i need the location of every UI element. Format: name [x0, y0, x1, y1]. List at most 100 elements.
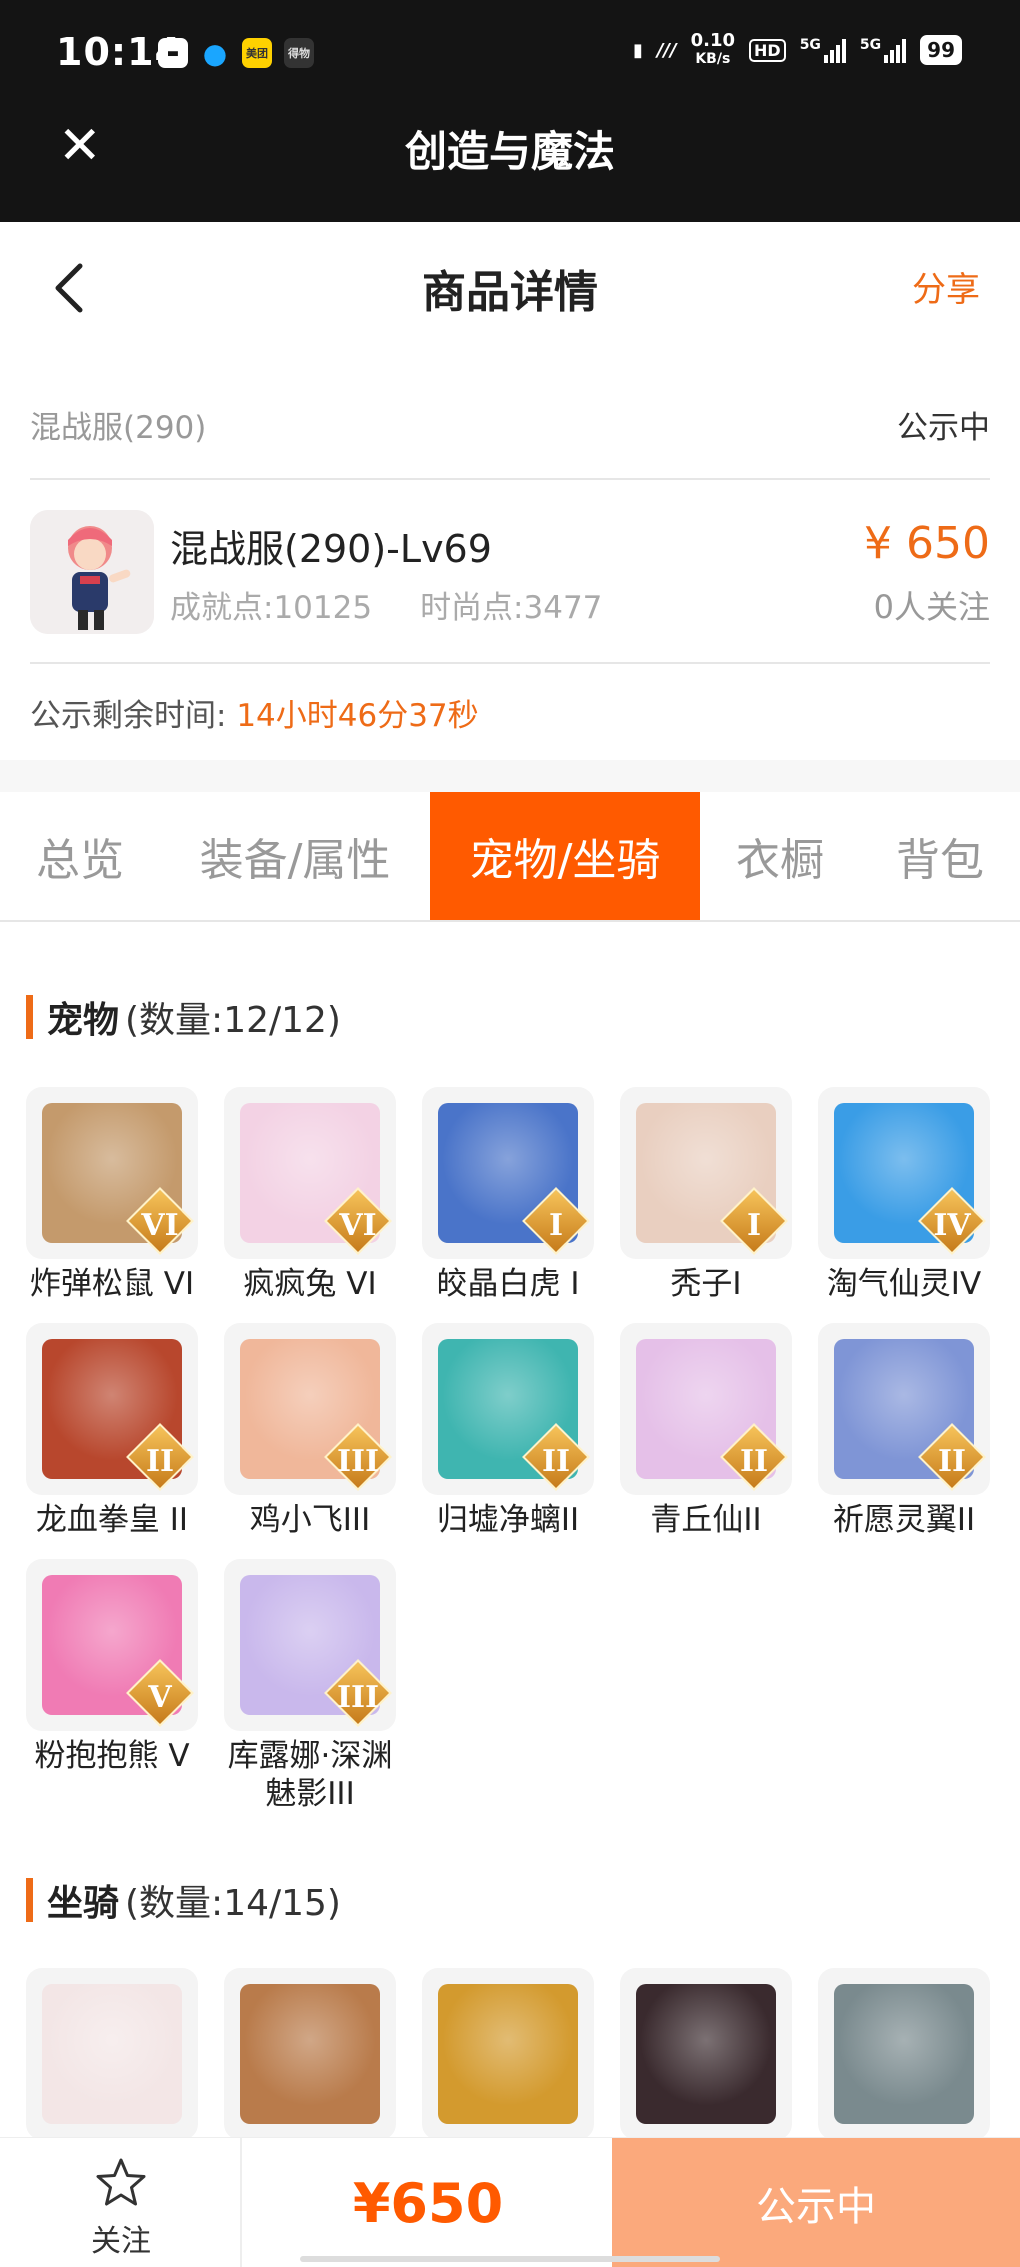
qq-icon: ●: [202, 36, 228, 70]
tab-equipment[interactable]: 装备/属性: [160, 792, 430, 920]
pet-name: 青丘仙II: [650, 1502, 762, 1538]
product-meta: 成就点:10125 时尚点:3477: [170, 582, 602, 627]
product-summary: 混战服(290)-Lv69 成就点:10125 时尚点:3477 ¥ 650 0…: [30, 482, 990, 664]
pet-thumbnail[interactable]: II: [620, 1323, 792, 1495]
heading-accent-bar: [26, 1878, 33, 1922]
tab-wardrobe[interactable]: 衣橱: [700, 792, 860, 920]
pet-item[interactable]: IV 淘气仙灵IV: [818, 1087, 990, 1303]
mount-item[interactable]: [26, 1968, 198, 2140]
top-bar: 10:14 ▬ ● 美团 得物 ▮ /// 0.10 KB/s HD 5G 5G…: [0, 0, 1020, 222]
pets-count: (数量:12/12): [125, 1000, 341, 1041]
mounts-count: (数量:14/15): [125, 1883, 341, 1924]
pet-level: II: [739, 1444, 769, 1479]
pet-name: 炸弹松鼠 VI: [29, 1266, 195, 1302]
dewu-icon: 得物: [284, 38, 314, 68]
pet-level: I: [548, 1208, 564, 1243]
tab-backpack[interactable]: 背包: [860, 792, 1020, 920]
pet-item[interactable]: I 皎晶白虎 I: [422, 1087, 594, 1303]
pet-thumbnail[interactable]: I: [620, 1087, 792, 1259]
pet-thumbnail[interactable]: IV: [818, 1087, 990, 1259]
tab-pets-mounts[interactable]: 宠物/坐骑: [430, 792, 700, 920]
mount-thumbnail[interactable]: [224, 1968, 396, 2140]
share-button[interactable]: 分享: [912, 262, 980, 311]
pet-item[interactable]: I 秃子I: [620, 1087, 792, 1303]
pet-thumbnail[interactable]: II: [818, 1323, 990, 1495]
pet-name: 淘气仙灵IV: [826, 1266, 982, 1302]
mount-thumbnail[interactable]: [26, 1968, 198, 2140]
pet-level: II: [145, 1444, 175, 1479]
pet-item[interactable]: II 龙血拳皇 II: [26, 1323, 198, 1539]
pet-item[interactable]: V 粉抱抱熊 V: [26, 1559, 198, 1775]
pet-level: II: [541, 1444, 571, 1479]
tab-overview[interactable]: 总览: [0, 792, 160, 920]
pet-name: 归墟净螭II: [436, 1502, 580, 1538]
mount-item[interactable]: [620, 1968, 792, 2140]
pet-thumbnail[interactable]: V: [26, 1559, 198, 1731]
pet-item[interactable]: II 青丘仙II: [620, 1323, 792, 1539]
follow-button[interactable]: 关注: [0, 2138, 242, 2267]
achievement-points: 成就点:10125: [170, 590, 373, 626]
pet-name: 库露娜·深渊魅影III: [227, 1738, 393, 1812]
pet-item[interactable]: III 库露娜·深渊魅影III: [224, 1559, 396, 1813]
remaining-time-label: 公示剩余时间:: [30, 698, 227, 734]
follow-label: 关注: [91, 2224, 151, 2259]
publicity-button[interactable]: 公示中: [612, 2138, 1020, 2267]
mounts-heading: 坐骑 (数量:14/15): [26, 1876, 341, 1924]
pet-level: V: [148, 1680, 172, 1715]
mount-thumbnail[interactable]: [422, 1968, 594, 2140]
fashion-points: 时尚点:3477: [420, 590, 603, 626]
tab-bar: 总览 装备/属性 宠物/坐骑 衣橱 背包: [0, 792, 1020, 922]
section-divider: [0, 760, 1020, 792]
character-avatar-image: [30, 510, 154, 634]
home-indicator: [300, 2256, 720, 2262]
pet-item[interactable]: II 归墟净螭II: [422, 1323, 594, 1539]
heading-accent-bar: [26, 995, 33, 1039]
page-title: 商品详情: [422, 267, 598, 318]
pet-item[interactable]: III 鸡小飞III: [224, 1323, 396, 1539]
pet-level: III: [336, 1680, 380, 1715]
pets-title: 宠物: [47, 1000, 120, 1041]
pet-thumbnail[interactable]: VI: [26, 1087, 198, 1259]
mount-item[interactable]: [224, 1968, 396, 2140]
pet-thumbnail[interactable]: I: [422, 1087, 594, 1259]
mounts-title: 坐骑: [47, 1883, 120, 1924]
status-bar: 10:14 ▬ ● 美团 得物 ▮ /// 0.10 KB/s HD 5G 5G…: [0, 0, 1020, 112]
pet-item[interactable]: VI 疯疯兔 VI: [224, 1087, 396, 1303]
bottom-price: ¥650: [352, 2171, 504, 2235]
pet-grid: VI 炸弹松鼠 VI VI 疯疯兔 VI I 皎晶白虎 I I 秃子I IV 淘气仙灵IV II 龙血…: [26, 1087, 996, 1812]
mount-item[interactable]: [422, 1968, 594, 2140]
mount-grid: [26, 1968, 996, 2140]
battery-icon: 99: [920, 35, 962, 65]
server-label: 混战服(290): [30, 409, 207, 446]
pet-item[interactable]: VI 炸弹松鼠 VI: [26, 1087, 198, 1303]
mount-image: [834, 1984, 974, 2124]
mount-thumbnail[interactable]: [620, 1968, 792, 2140]
pet-name: 粉抱抱熊 V: [34, 1738, 190, 1774]
pet-thumbnail[interactable]: II: [26, 1323, 198, 1495]
avatar: [30, 510, 154, 634]
pet-item[interactable]: II 祈愿灵翼II: [818, 1323, 990, 1539]
signal-1-icon: 5G: [800, 37, 846, 63]
pet-thumbnail[interactable]: VI: [224, 1087, 396, 1259]
status-text: 公示中: [897, 409, 990, 446]
window-title: 创造与魔法: [404, 127, 615, 176]
follower-count: 0人关注: [873, 588, 990, 626]
hd-icon: HD: [749, 38, 786, 62]
pet-thumbnail[interactable]: III: [224, 1559, 396, 1731]
pet-thumbnail[interactable]: II: [422, 1323, 594, 1495]
meituan-icon: 美团: [242, 38, 272, 68]
nfc-icon: ///: [656, 39, 677, 61]
notification-icons: ▬ ● 美团 得物: [158, 36, 314, 70]
star-icon: [96, 2158, 146, 2206]
pet-name: 龙血拳皇 II: [35, 1502, 189, 1538]
mount-image: [636, 1984, 776, 2124]
pet-name: 秃子I: [670, 1266, 742, 1302]
pet-thumbnail[interactable]: III: [224, 1323, 396, 1495]
pet-name: 疯疯兔 VI: [243, 1266, 377, 1302]
mount-item[interactable]: [818, 1968, 990, 2140]
mount-thumbnail[interactable]: [818, 1968, 990, 2140]
pet-level: VI: [141, 1208, 179, 1243]
server-row: 混战服(290) 公示中: [30, 370, 990, 480]
product-name: 混战服(290)-Lv69: [170, 527, 492, 571]
remaining-time-value: 14小时46分37秒: [236, 698, 479, 734]
